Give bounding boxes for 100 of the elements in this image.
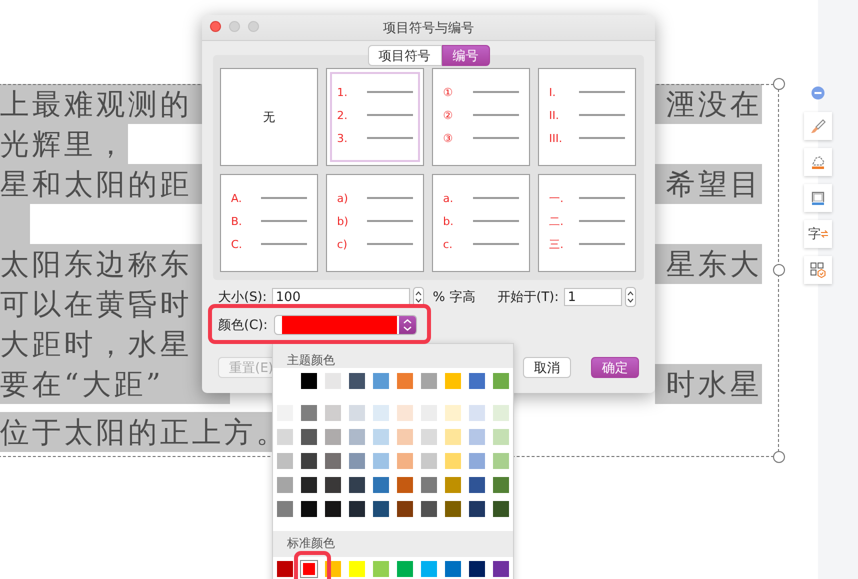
color-swatch[interactable] <box>445 405 461 421</box>
color-swatch[interactable] <box>373 373 389 389</box>
apps-button[interactable] <box>804 256 832 284</box>
color-swatch[interactable] <box>397 501 413 517</box>
color-swatch[interactable] <box>397 429 413 445</box>
color-swatch[interactable] <box>301 561 317 577</box>
document-text: 要在“大距” <box>0 364 230 404</box>
dialog-button[interactable]: 确定 <box>591 357 639 378</box>
color-swatch[interactable] <box>397 405 413 421</box>
color-swatch[interactable] <box>373 561 389 577</box>
color-swatch[interactable] <box>325 405 341 421</box>
color-swatch[interactable] <box>277 429 293 445</box>
color-swatch[interactable] <box>469 453 485 469</box>
color-swatch[interactable] <box>301 373 317 389</box>
color-swatch[interactable] <box>373 405 389 421</box>
color-swatch[interactable] <box>277 477 293 493</box>
stepper-icon[interactable] <box>398 316 416 334</box>
color-swatch[interactable] <box>349 429 365 445</box>
color-swatch[interactable] <box>277 453 293 469</box>
frame-button[interactable] <box>804 184 832 212</box>
color-swatch[interactable] <box>469 429 485 445</box>
stepper-icon[interactable] <box>412 287 424 307</box>
color-swatch[interactable] <box>349 373 365 389</box>
color-swatch[interactable] <box>445 453 461 469</box>
color-swatch[interactable] <box>397 453 413 469</box>
color-swatch[interactable] <box>493 477 509 493</box>
color-swatch[interactable] <box>493 561 509 577</box>
text-convert-button[interactable]: 字 <box>804 220 832 248</box>
color-swatch[interactable] <box>421 561 437 577</box>
tab[interactable]: 编号 <box>442 45 490 66</box>
color-swatch[interactable] <box>277 501 293 517</box>
color-swatch[interactable] <box>301 501 317 517</box>
color-swatch[interactable] <box>493 501 509 517</box>
color-swatch[interactable] <box>301 477 317 493</box>
color-swatch[interactable] <box>397 373 413 389</box>
color-swatch[interactable] <box>325 429 341 445</box>
dialog-button[interactable]: 取消 <box>523 357 571 378</box>
color-swatch[interactable] <box>469 405 485 421</box>
color-swatch[interactable] <box>325 453 341 469</box>
color-swatch[interactable] <box>349 453 365 469</box>
document-text: 时水星 <box>655 364 762 404</box>
color-swatch[interactable] <box>445 561 461 577</box>
color-swatch[interactable] <box>421 429 437 445</box>
color-swatch[interactable] <box>469 501 485 517</box>
numbering-option[interactable]: 无 <box>220 68 318 166</box>
color-swatch[interactable] <box>445 501 461 517</box>
color-swatch[interactable] <box>349 477 365 493</box>
color-swatch[interactable] <box>445 373 461 389</box>
resize-handle[interactable] <box>773 451 785 463</box>
minimize-button[interactable] <box>229 21 240 32</box>
numbering-option[interactable]: ① ② ③ <box>432 68 530 166</box>
numbering-option[interactable]: a. b. c. <box>432 174 530 272</box>
brush-button[interactable] <box>804 112 832 140</box>
color-swatch[interactable] <box>421 477 437 493</box>
color-swatch[interactable] <box>397 561 413 577</box>
color-swatch[interactable] <box>421 501 437 517</box>
color-dropdown[interactable] <box>274 315 417 335</box>
numbering-option[interactable]: A. B. C. <box>220 174 318 272</box>
numbering-option[interactable]: 一. 二. 三. <box>538 174 636 272</box>
numbering-option[interactable]: I. II. III. <box>538 68 636 166</box>
color-swatch[interactable] <box>373 501 389 517</box>
color-swatch[interactable] <box>445 429 461 445</box>
resize-handle[interactable] <box>773 264 785 276</box>
color-swatch[interactable] <box>373 453 389 469</box>
color-swatch[interactable] <box>301 453 317 469</box>
color-swatch[interactable] <box>325 501 341 517</box>
color-swatch[interactable] <box>373 477 389 493</box>
resize-handle[interactable] <box>773 78 785 90</box>
document-text: 光辉里， <box>0 124 128 164</box>
start-field[interactable]: 1 <box>564 288 622 306</box>
tab[interactable]: 项目符号 <box>368 45 442 66</box>
color-swatch[interactable] <box>349 561 365 577</box>
color-swatch[interactable] <box>469 477 485 493</box>
stepper-icon[interactable] <box>624 287 636 307</box>
color-swatch[interactable] <box>421 373 437 389</box>
color-swatch[interactable] <box>349 405 365 421</box>
color-swatch[interactable] <box>277 561 293 577</box>
color-swatch[interactable] <box>445 477 461 493</box>
color-swatch[interactable] <box>301 405 317 421</box>
close-button[interactable] <box>210 21 221 32</box>
numbering-option[interactable]: a) b) c) <box>326 174 424 272</box>
color-swatch[interactable] <box>493 429 509 445</box>
eraser-button[interactable] <box>804 148 832 176</box>
color-swatch[interactable] <box>373 429 389 445</box>
color-swatch[interactable] <box>397 477 413 493</box>
color-swatch[interactable] <box>493 453 509 469</box>
collapse-icon[interactable] <box>811 86 825 100</box>
numbering-option[interactable]: 1. 2. 3. <box>326 68 424 166</box>
color-swatch[interactable] <box>301 429 317 445</box>
unit-label: % 字高 <box>432 289 476 306</box>
color-swatch[interactable] <box>349 501 365 517</box>
color-swatch[interactable] <box>469 373 485 389</box>
color-swatch[interactable] <box>469 561 485 577</box>
dialog-title: 项目符号与编号 <box>383 20 474 36</box>
color-swatch[interactable] <box>421 453 437 469</box>
color-swatch[interactable] <box>325 373 341 389</box>
zoom-button[interactable] <box>248 21 259 32</box>
color-swatch[interactable] <box>325 477 341 493</box>
color-swatch[interactable] <box>493 405 509 421</box>
color-swatch[interactable] <box>493 373 509 389</box>
